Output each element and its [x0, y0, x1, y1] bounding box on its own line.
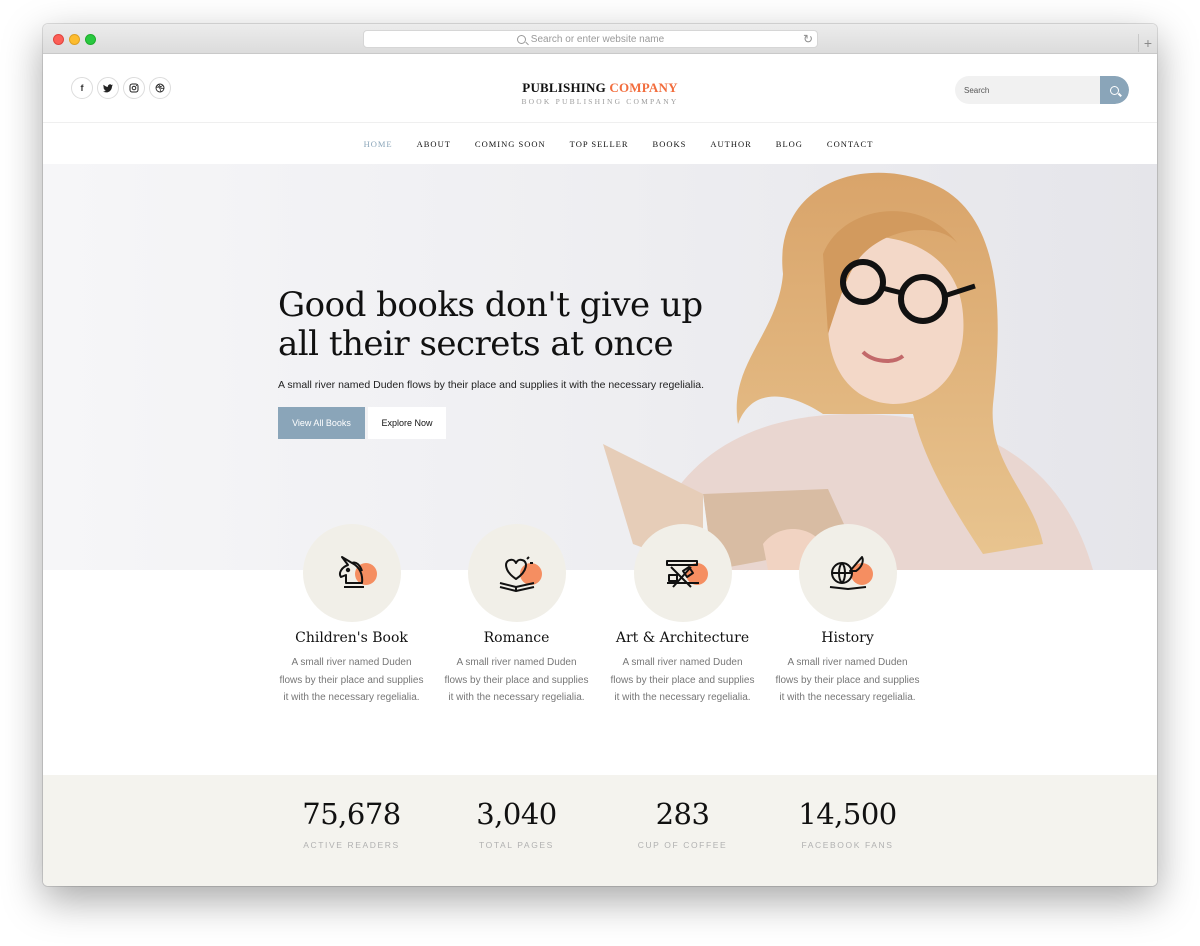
- hero-section: Good books don't give up all their secre…: [43, 164, 1157, 570]
- nav-author[interactable]: AUTHOR: [710, 139, 751, 149]
- stat-value: 3,040: [476, 797, 557, 831]
- browser-toolbar: Search or enter website name ↻ +: [43, 24, 1157, 54]
- hero-heading-line-1: Good books don't give up: [278, 285, 703, 325]
- stat-active-readers: 75,678 ACTIVE READERS: [269, 797, 434, 850]
- site-header: f PUBLISHING COMPANY BOOK PUBLISHING COM…: [43, 54, 1157, 123]
- search-icon: [1110, 85, 1119, 95]
- category-childrens-book[interactable]: Children's Book A small river named Dude…: [269, 524, 434, 707]
- main-nav: HOME ABOUT COMING SOON TOP SELLER BOOKS …: [43, 124, 1157, 164]
- nav-coming-soon[interactable]: COMING SOON: [475, 139, 546, 149]
- minimize-window-button[interactable]: [69, 34, 80, 45]
- stat-value: 14,500: [798, 797, 897, 831]
- art-tools-icon: [665, 560, 699, 588]
- category-title: Romance: [483, 630, 550, 646]
- nav-contact[interactable]: CONTACT: [827, 139, 873, 149]
- stat-value: 283: [655, 797, 710, 831]
- logo-main-text: PUBLISHING: [522, 80, 606, 95]
- explore-now-button[interactable]: Explore Now: [368, 407, 446, 439]
- nav-books[interactable]: BOOKS: [653, 139, 687, 149]
- nav-top-seller[interactable]: TOP SELLER: [570, 139, 629, 149]
- stat-label: ACTIVE READERS: [303, 840, 400, 850]
- category-description: A small river named Duden flows by their…: [279, 657, 424, 703]
- search-button[interactable]: [1100, 76, 1129, 104]
- search-input[interactable]: [955, 76, 1101, 104]
- stat-value: 75,678: [302, 797, 401, 831]
- nav-blog[interactable]: BLOG: [776, 139, 803, 149]
- hero-heading: Good books don't give up all their secre…: [278, 286, 718, 364]
- logo-accent-text: COMPANY: [609, 80, 678, 95]
- stat-label: CUP OF COFFEE: [637, 840, 728, 850]
- stats-section: 75,678 ACTIVE READERS 3,040 TOTAL PAGES …: [43, 775, 1157, 886]
- category-description: A small river named Duden flows by their…: [610, 657, 755, 703]
- category-title: Art & Architecture: [615, 630, 750, 646]
- category-title: History: [821, 630, 874, 646]
- close-window-button[interactable]: [53, 34, 64, 45]
- category-history[interactable]: History A small river named Duden flows …: [765, 524, 930, 707]
- hero-reader-image: [603, 172, 1093, 570]
- globe-quill-icon: [829, 556, 866, 590]
- hero-heading-line-2: all their secrets at once: [278, 324, 674, 364]
- stat-label: TOTAL PAGES: [479, 840, 554, 850]
- maximize-window-button[interactable]: [85, 34, 96, 45]
- category-title: Children's Book: [295, 630, 408, 646]
- nav-home[interactable]: HOME: [364, 139, 393, 149]
- heart-book-icon: [499, 556, 534, 592]
- category-icon-circle: [633, 524, 732, 622]
- new-tab-button[interactable]: +: [1138, 34, 1157, 52]
- stat-cup-of-coffee: 283 CUP OF COFFEE: [600, 797, 765, 850]
- search-icon: [516, 34, 526, 44]
- browser-window: Search or enter website name ↻ + f PUBLI…: [43, 24, 1157, 886]
- category-art-architecture[interactable]: Art & Architecture A small river named D…: [600, 524, 765, 707]
- nav-about[interactable]: ABOUT: [417, 139, 451, 149]
- unicorn-icon: [338, 556, 364, 588]
- address-bar-placeholder: Search or enter website name: [530, 33, 665, 45]
- category-romance[interactable]: Romance A small river named Duden flows …: [434, 524, 599, 707]
- category-icon-circle: [467, 524, 566, 622]
- category-description: A small river named Duden flows by their…: [444, 657, 589, 703]
- stat-label: FACEBOOK FANS: [801, 840, 894, 850]
- reload-icon[interactable]: ↻: [803, 32, 813, 46]
- search-form: [955, 76, 1129, 104]
- view-all-books-button[interactable]: View All Books: [278, 407, 365, 439]
- hero-subtext: A small river named Duden flows by their…: [278, 379, 705, 391]
- category-icon-circle: [302, 524, 401, 622]
- category-icon-circle: [798, 524, 897, 622]
- stat-total-pages: 3,040 TOTAL PAGES: [434, 797, 599, 850]
- category-description: A small river named Duden flows by their…: [775, 657, 920, 703]
- address-bar[interactable]: Search or enter website name ↻: [363, 30, 818, 48]
- stat-facebook-fans: 14,500 FACEBOOK FANS: [765, 797, 930, 850]
